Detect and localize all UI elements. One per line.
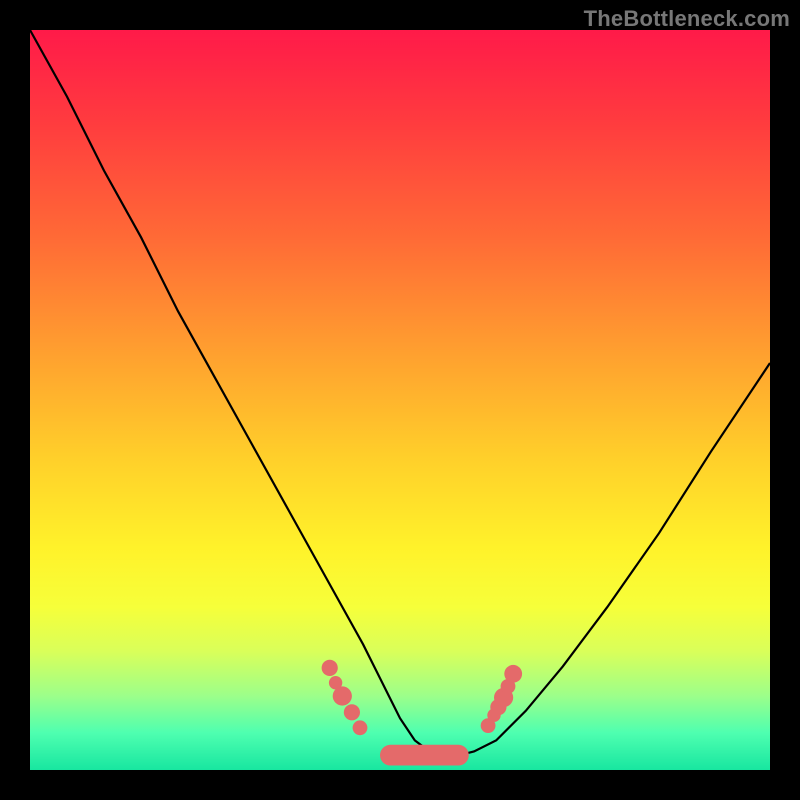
bottleneck-curve-path — [30, 30, 770, 755]
valley-pill — [380, 745, 469, 766]
curve-marker — [344, 704, 360, 720]
curve-marker — [353, 720, 368, 735]
chart-plot-area — [30, 30, 770, 770]
bottleneck-curve-svg — [30, 30, 770, 770]
curve-marker — [322, 660, 338, 676]
curve-markers — [322, 660, 522, 735]
curve-marker — [333, 686, 352, 705]
curve-valley-pill — [380, 745, 469, 766]
curve-marker — [504, 665, 522, 683]
watermark-text: TheBottleneck.com — [584, 6, 790, 32]
